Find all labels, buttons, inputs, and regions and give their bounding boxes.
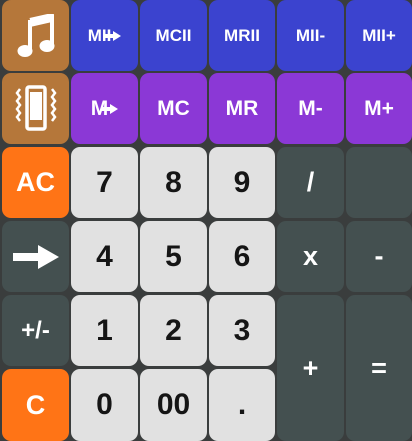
m-minus-button[interactable]: M- xyxy=(277,73,344,144)
digit-3-button[interactable]: 3 xyxy=(209,295,275,366)
m-minus-label: M- xyxy=(298,96,323,120)
calculator-keypad: MII MCII MRII MII- MII+ M MC MR M- M+ AC… xyxy=(0,0,412,441)
m-store-button[interactable]: M xyxy=(71,73,138,144)
add-label: + xyxy=(302,352,319,383)
mrii-button[interactable]: MRII xyxy=(209,0,275,71)
music-button[interactable] xyxy=(2,0,69,71)
clear-button[interactable]: C xyxy=(2,369,69,441)
equals-button[interactable]: = xyxy=(346,295,412,441)
digit-6-button[interactable]: 6 xyxy=(209,221,275,292)
digit-8-label: 8 xyxy=(165,165,182,199)
add-button[interactable]: + xyxy=(277,295,344,441)
mrii-label: MRII xyxy=(224,25,260,45)
mc-button[interactable]: MC xyxy=(140,73,207,144)
arrow-right-icon xyxy=(104,30,122,41)
double-zero-button[interactable]: 00 xyxy=(140,369,207,441)
phone-vibrate-icon xyxy=(14,84,57,131)
equals-label: = xyxy=(371,352,387,383)
blank-key[interactable] xyxy=(346,147,412,218)
plus-minus-label: +/- xyxy=(21,316,50,344)
subtract-button[interactable]: - xyxy=(346,221,412,292)
mii-minus-button[interactable]: MII- xyxy=(277,0,344,71)
backspace-arrow-button[interactable] xyxy=(2,221,69,292)
digit-5-button[interactable]: 5 xyxy=(140,221,207,292)
multiply-label: x xyxy=(302,241,319,271)
digit-8-button[interactable]: 8 xyxy=(140,147,207,218)
digit-1-label: 1 xyxy=(96,313,113,347)
mcii-button[interactable]: MCII xyxy=(140,0,207,71)
mii-store-button[interactable]: MII xyxy=(71,0,138,71)
divide-button[interactable]: / xyxy=(277,147,344,218)
digit-2-button[interactable]: 2 xyxy=(140,295,207,366)
arrow-right-icon xyxy=(11,244,61,269)
vibrate-button[interactable] xyxy=(2,73,69,144)
plus-minus-button[interactable]: +/- xyxy=(2,295,69,366)
digit-0-label: 0 xyxy=(96,388,113,421)
clear-label: C xyxy=(25,389,46,420)
multiply-button[interactable]: x xyxy=(277,221,344,292)
digit-9-button[interactable]: 9 xyxy=(209,147,275,218)
m-plus-label: M+ xyxy=(364,96,394,120)
decimal-button[interactable]: . xyxy=(209,369,275,441)
digit-2-label: 2 xyxy=(165,313,182,347)
mc-label: MC xyxy=(157,96,190,120)
decimal-label: . xyxy=(237,388,247,421)
mcii-label: MCII xyxy=(155,25,192,45)
all-clear-button[interactable]: AC xyxy=(2,147,69,218)
digit-3-label: 3 xyxy=(233,313,251,347)
divide-label: / xyxy=(306,167,315,197)
mr-label: MR xyxy=(225,96,259,120)
double-zero-label: 00 xyxy=(156,388,191,421)
mr-button[interactable]: MR xyxy=(209,73,275,144)
digit-4-button[interactable]: 4 xyxy=(71,221,138,292)
digit-6-label: 6 xyxy=(233,239,251,273)
digit-1-button[interactable]: 1 xyxy=(71,295,138,366)
m-plus-button[interactable]: M+ xyxy=(346,73,412,144)
digit-4-label: 4 xyxy=(96,239,113,273)
mii-minus-label: MII- xyxy=(295,25,326,45)
mii-plus-label: MII+ xyxy=(362,25,396,45)
mii-plus-button[interactable]: MII+ xyxy=(346,0,412,71)
digit-0-button[interactable]: 0 xyxy=(71,369,138,441)
digit-9-label: 9 xyxy=(233,165,251,199)
digit-7-button[interactable]: 7 xyxy=(71,147,138,218)
arrow-right-icon xyxy=(101,103,119,114)
all-clear-label: AC xyxy=(16,167,55,197)
digit-5-label: 5 xyxy=(165,239,182,273)
music-note-icon xyxy=(17,13,54,57)
digit-7-label: 7 xyxy=(96,165,113,199)
subtract-label: - xyxy=(374,241,384,271)
